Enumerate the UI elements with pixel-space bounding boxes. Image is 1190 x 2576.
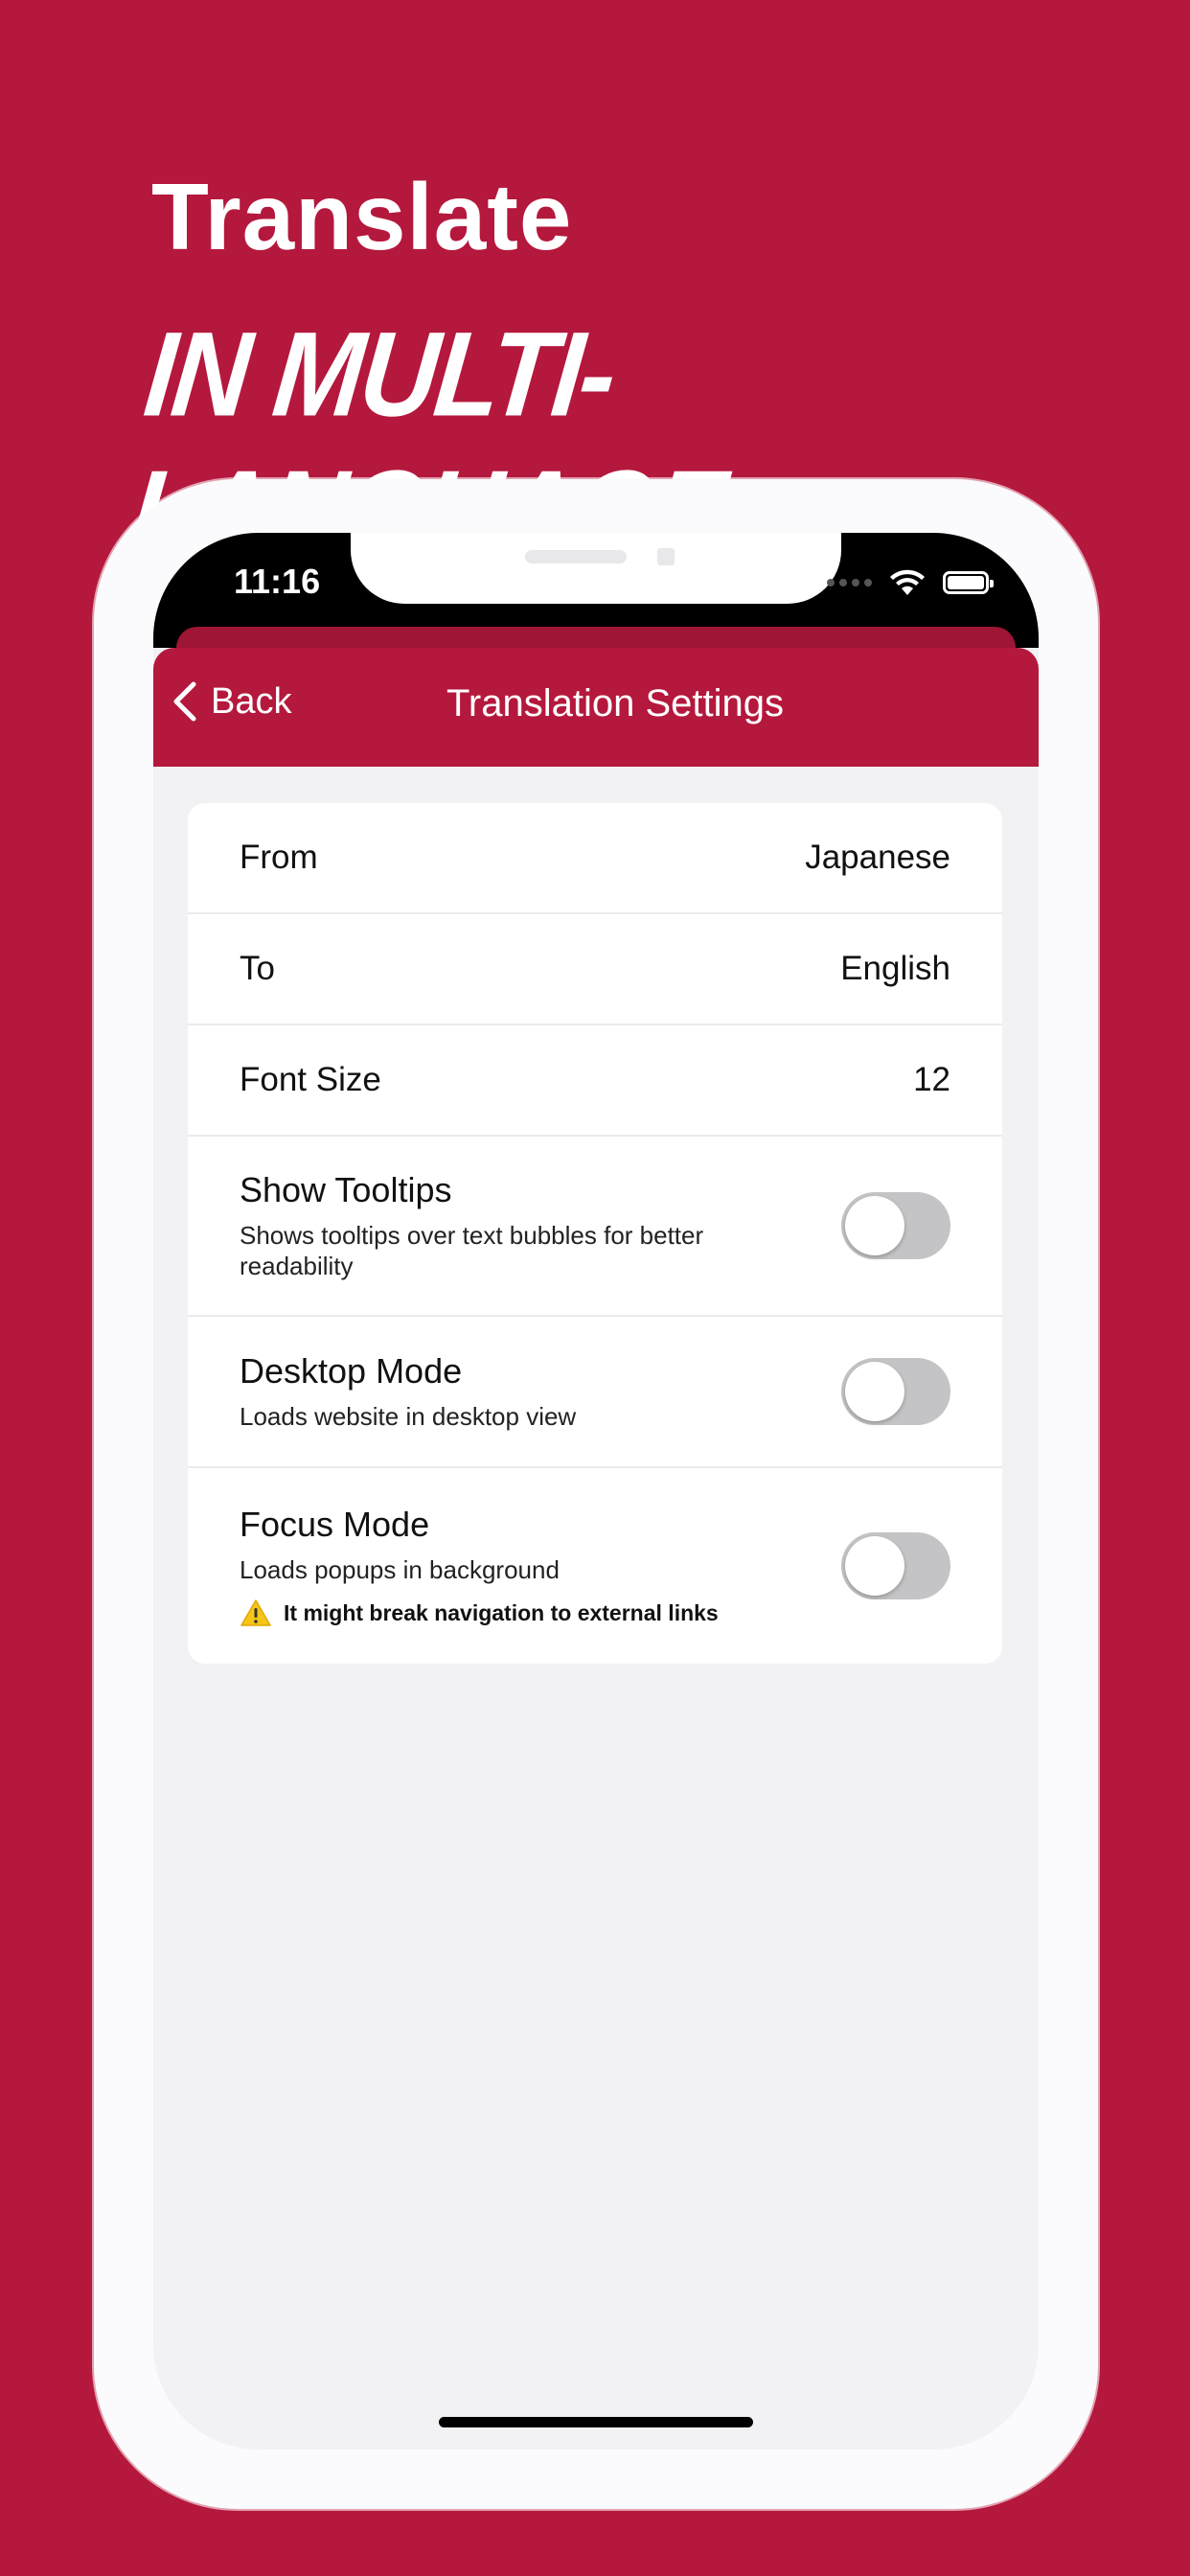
status-time: 11:16 [234, 562, 321, 601]
setting-value-to: English [840, 950, 950, 987]
setting-title-show-tooltips: Show Tooltips [240, 1169, 452, 1209]
setting-title-desktop-mode: Desktop Mode [240, 1350, 463, 1391]
warning-text: It might break navigation to external li… [284, 1599, 719, 1625]
signal-icon [827, 579, 872, 586]
setting-row-from[interactable]: From Japanese [188, 803, 1002, 914]
setting-row-desktop-mode: Desktop Mode Loads website in desktop vi… [188, 1317, 1002, 1468]
settings-card: From Japanese To English Font Size 12 Sh… [188, 803, 1002, 1664]
hero-title: Translate [151, 164, 573, 269]
page-title: Translation Settings [446, 682, 785, 724]
show-tooltips-toggle[interactable] [841, 1192, 950, 1259]
setting-subtitle-show-tooltips: Shows tooltips over text bubbles for bet… [240, 1220, 704, 1281]
status-icons [827, 565, 994, 600]
setting-row-show-tooltips: Show Tooltips Shows tooltips over text b… [188, 1137, 1002, 1317]
warning-icon [240, 1599, 271, 1626]
setting-subtitle-desktop-mode: Loads website in desktop view [240, 1401, 577, 1431]
setting-subtitle-focus-mode: Loads popups in background [240, 1554, 560, 1584]
focus-mode-toggle[interactable] [841, 1532, 950, 1599]
setting-title-focus-mode: Focus Mode [240, 1504, 430, 1544]
home-indicator[interactable] [439, 2417, 753, 2427]
setting-label-to: To [240, 950, 275, 987]
toggle-knob [845, 1536, 904, 1596]
toggle-knob [845, 1362, 904, 1421]
notch [351, 533, 841, 604]
notch-camera [657, 548, 675, 565]
notch-speaker [525, 550, 627, 564]
focus-mode-warning: It might break navigation to external li… [240, 1598, 803, 1627]
phone-screen: 11:16 Back Translation Settings From Jap… [153, 533, 1039, 2450]
setting-row-font-size[interactable]: Font Size 12 [188, 1025, 1002, 1137]
setting-label-font-size: Font Size [240, 1061, 381, 1098]
toggle-knob [845, 1196, 904, 1255]
setting-value-font-size: 12 [913, 1061, 950, 1098]
setting-value-from: Japanese [805, 839, 950, 876]
setting-label-from: From [240, 839, 318, 876]
wifi-icon [890, 569, 925, 595]
setting-row-focus-mode: Focus Mode Loads popups in background It… [188, 1468, 1002, 1664]
battery-icon [943, 571, 994, 594]
navigation-bar: Back Translation Settings [153, 648, 1039, 767]
desktop-mode-toggle[interactable] [841, 1358, 950, 1425]
setting-row-to[interactable]: To English [188, 914, 1002, 1025]
